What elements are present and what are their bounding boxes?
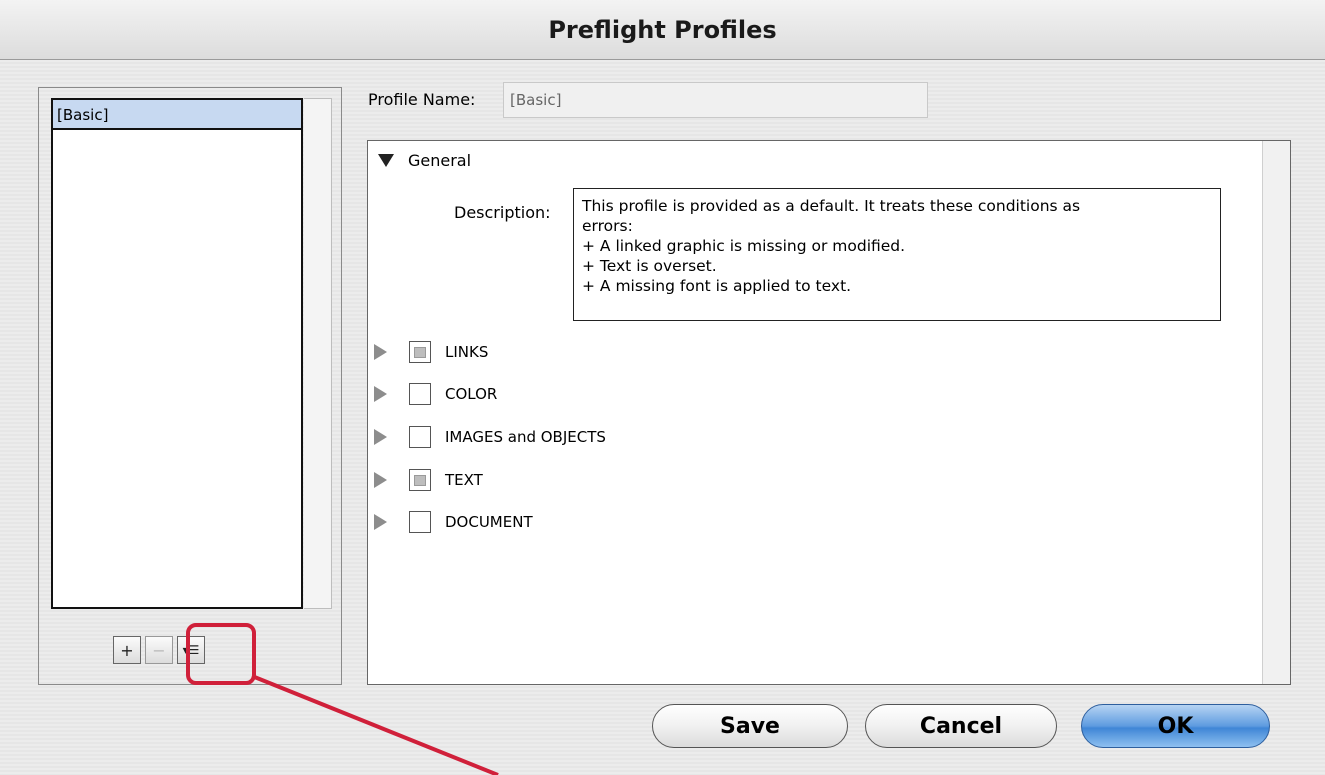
- callout-highlight: [186, 623, 256, 685]
- description-line: + A linked graphic is missing or modifie…: [582, 237, 906, 255]
- description-line: errors:: [582, 217, 633, 235]
- tree-row-general[interactable]: General: [374, 151, 471, 170]
- disclosure-collapsed-icon[interactable]: [374, 386, 387, 402]
- general-label: General: [408, 151, 472, 170]
- cancel-button[interactable]: Cancel: [865, 704, 1057, 748]
- description-line: This profile is provided as a default. I…: [582, 197, 1081, 215]
- profile-name-label: Profile Name:: [368, 90, 476, 109]
- description-line: + Text is overset.: [582, 257, 717, 275]
- tree-row-text[interactable]: TEXT: [374, 467, 483, 493]
- window-title: Preflight Profiles: [548, 16, 777, 44]
- profile-list[interactable]: [Basic]: [51, 98, 303, 609]
- profile-list-item-basic[interactable]: [Basic]: [53, 100, 301, 130]
- color-checkbox[interactable]: [409, 383, 431, 405]
- profile-name-field[interactable]: [Basic]: [503, 82, 928, 118]
- category-label: TEXT: [445, 471, 483, 489]
- add-profile-button[interactable]: +: [113, 636, 141, 664]
- disclosure-collapsed-icon[interactable]: [374, 344, 387, 360]
- category-label: LINKS: [445, 343, 489, 361]
- minus-icon: −: [152, 640, 166, 660]
- document-checkbox[interactable]: [409, 511, 431, 533]
- disclosure-collapsed-icon[interactable]: [374, 429, 387, 445]
- links-checkbox[interactable]: [409, 341, 431, 363]
- disclosure-collapsed-icon[interactable]: [374, 514, 387, 530]
- profile-list-group: [Basic] + − ▾☰: [38, 87, 342, 685]
- text-checkbox[interactable]: [409, 469, 431, 491]
- tree-row-document[interactable]: DOCUMENT: [374, 509, 533, 535]
- description-label: Description:: [454, 203, 551, 222]
- tree-scrollbar[interactable]: [1262, 141, 1290, 684]
- disclosure-collapsed-icon[interactable]: [374, 472, 387, 488]
- title-bar: Preflight Profiles: [0, 0, 1325, 60]
- category-label: IMAGES and OBJECTS: [445, 428, 606, 446]
- save-button[interactable]: Save: [652, 704, 848, 748]
- disclosure-expanded-icon[interactable]: [378, 154, 394, 167]
- preflight-tree-panel: General Description: This profile is pro…: [367, 140, 1291, 685]
- tree-row-images-objects[interactable]: IMAGES and OBJECTS: [374, 424, 606, 450]
- plus-icon: +: [120, 640, 134, 660]
- remove-profile-button[interactable]: −: [145, 636, 173, 664]
- ok-button[interactable]: OK: [1081, 704, 1270, 748]
- images-objects-checkbox[interactable]: [409, 426, 431, 448]
- profile-list-scrollbar[interactable]: [304, 98, 332, 609]
- tree-row-links[interactable]: LINKS: [374, 339, 488, 365]
- tree-row-color[interactable]: COLOR: [374, 381, 497, 407]
- category-label: COLOR: [445, 385, 498, 403]
- category-label: DOCUMENT: [445, 513, 533, 531]
- description-field[interactable]: This profile is provided as a default. I…: [573, 188, 1221, 321]
- description-line: + A missing font is applied to text.: [582, 277, 852, 295]
